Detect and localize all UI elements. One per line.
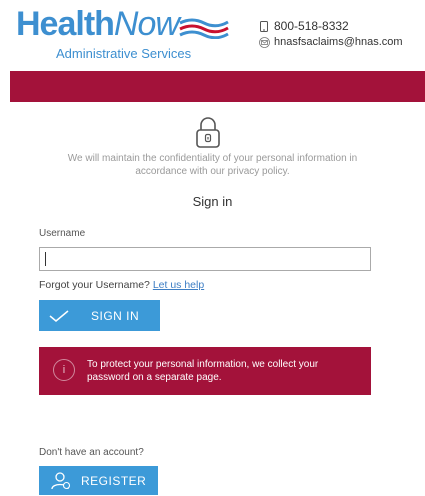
- healthnow-logo[interactable]: HealthNow Administrative Services: [16, 6, 231, 64]
- notice-line-1: To protect your personal information, we…: [87, 359, 319, 370]
- let-us-help-link[interactable]: Let us help: [153, 279, 204, 291]
- register-button[interactable]: REGISTER: [39, 466, 158, 495]
- forgot-username-text: Forgot your Username?: [39, 279, 150, 291]
- logo-health-text: Health: [16, 5, 115, 43]
- logo-wordmark: HealthNow: [16, 5, 180, 43]
- logo-subtitle: Administrative Services: [56, 46, 192, 61]
- lock-icon: [196, 117, 220, 148]
- user-icon: [43, 466, 79, 495]
- phone-number: 800-518-8332: [274, 19, 349, 33]
- phone-icon: [258, 20, 270, 32]
- check-icon: [39, 300, 79, 331]
- register-label: REGISTER: [81, 473, 147, 488]
- forgot-username: Forgot your Username? Let us help: [39, 279, 204, 291]
- sign-in-label: SIGN IN: [91, 308, 140, 323]
- password-notice: i To protect your personal information, …: [39, 347, 371, 395]
- contact-phone[interactable]: 800-518-8332: [258, 18, 403, 34]
- username-label: Username: [39, 228, 86, 239]
- envelope-icon: [258, 36, 270, 48]
- logo-waves-icon: [179, 18, 229, 39]
- brand-banner: [10, 71, 425, 102]
- sign-in-button[interactable]: SIGN IN: [39, 300, 160, 331]
- notice-message: To protect your personal information, we…: [87, 358, 362, 384]
- privacy-line-2: accordance with our privacy policy.: [135, 166, 290, 177]
- no-account-prompt: Don't have an account?: [39, 447, 144, 458]
- contact-info: 800-518-8332 hnasfsaclaims@hnas.com: [258, 18, 403, 50]
- privacy-notice: We will maintain the confidentiality of …: [0, 152, 425, 178]
- info-icon: i: [53, 359, 75, 381]
- email-address: hnasfsaclaims@hnas.com: [274, 36, 403, 48]
- privacy-line-1: We will maintain the confidentiality of …: [67, 153, 358, 164]
- notice-line-2: password on a separate page.: [87, 372, 222, 383]
- logo-now-text: Now: [113, 5, 180, 43]
- text-caret: [45, 252, 46, 266]
- contact-email[interactable]: hnasfsaclaims@hnas.com: [258, 34, 403, 50]
- page-title: Sign in: [192, 194, 233, 209]
- username-input[interactable]: [39, 247, 371, 271]
